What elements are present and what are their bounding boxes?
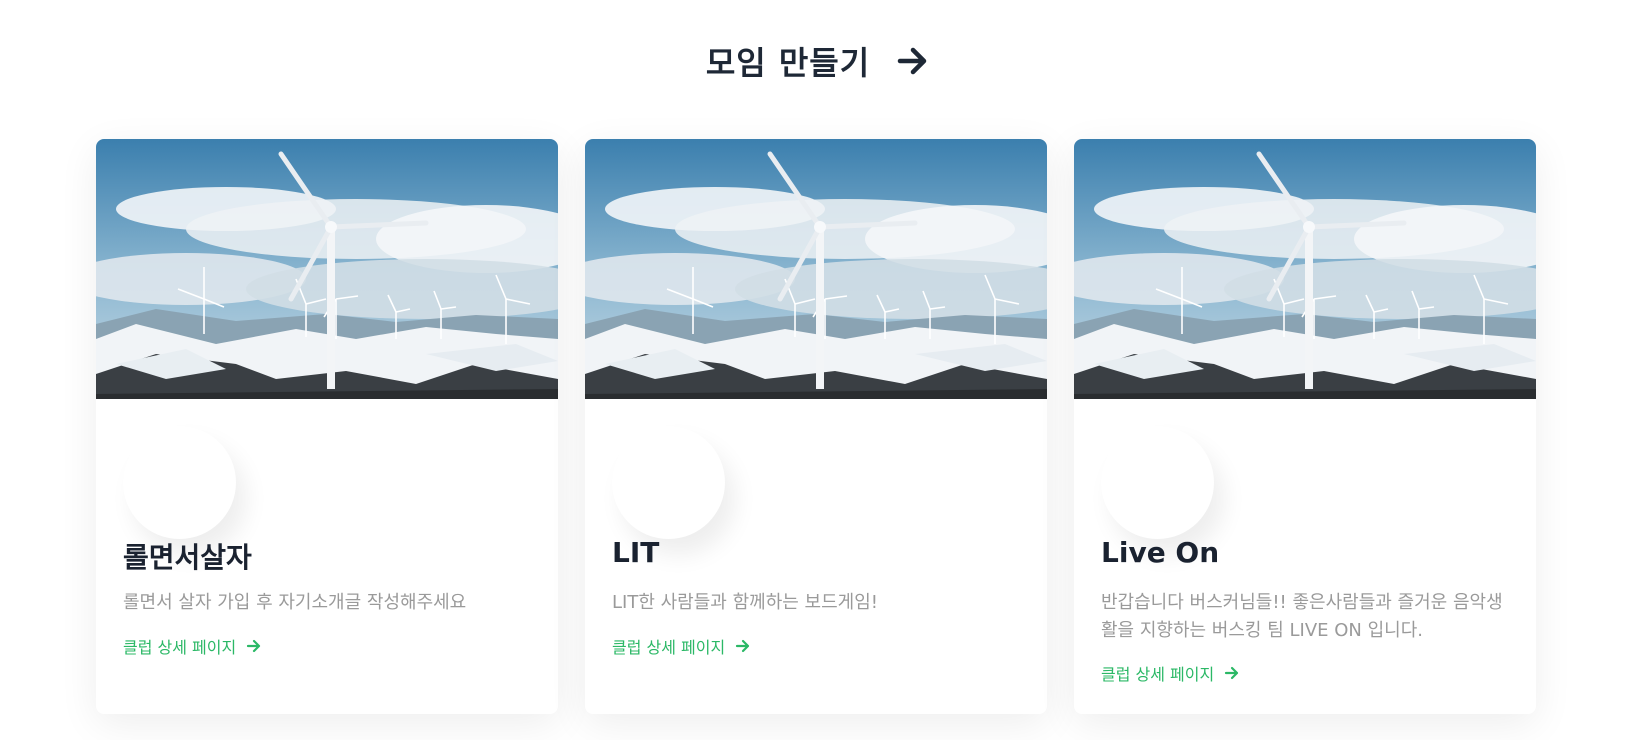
club-card[interactable]: Live On 반갑습니다 버스커님들!! 좋은사람들과 즐거운 음악생활을 지… (1074, 139, 1536, 714)
club-detail-label: 클럽 상세 페이지 (612, 638, 726, 657)
page-title: 모임 만들기 (705, 44, 871, 82)
club-description: 롤면서 살자 가입 후 자기소개글 작성해주세요 (123, 592, 467, 613)
club-card[interactable]: 롤면서살자 롤면서 살자 가입 후 자기소개글 작성해주세요 클럽 상세 페이지 (96, 139, 558, 714)
club-detail-link[interactable]: 클럽 상세 페이지 (123, 634, 262, 658)
arrow-right-icon (897, 47, 927, 75)
club-cover-image (96, 139, 558, 399)
club-detail-label: 클럽 상세 페이지 (1101, 665, 1215, 684)
club-cover-image (585, 139, 1047, 399)
club-detail-link[interactable]: 클럽 상세 페이지 (612, 634, 751, 658)
avatar (1101, 426, 1214, 539)
club-detail-label: 클럽 상세 페이지 (123, 638, 237, 657)
club-name: Live On (1101, 536, 1220, 569)
arrow-right-icon (1225, 666, 1239, 680)
club-name: LIT (612, 536, 660, 569)
club-name: 롤면서살자 (123, 541, 252, 574)
club-card[interactable]: LIT LIT한 사람들과 함께하는 보드게임! 클럽 상세 페이지 (585, 139, 1047, 714)
club-description: LIT한 사람들과 함께하는 보드게임! (612, 592, 878, 613)
avatar (612, 426, 725, 539)
arrow-right-icon (736, 639, 750, 653)
club-description: 반갑습니다 버스커님들!! 좋은사람들과 즐거운 음악생활을 지향하는 버스킹 … (1101, 592, 1503, 641)
club-cover-image (1074, 139, 1536, 399)
club-detail-link[interactable]: 클럽 상세 페이지 (1101, 661, 1240, 685)
create-club-link[interactable]: 모임 만들기 (0, 38, 1636, 84)
avatar (123, 426, 236, 539)
arrow-right-icon (247, 639, 261, 653)
